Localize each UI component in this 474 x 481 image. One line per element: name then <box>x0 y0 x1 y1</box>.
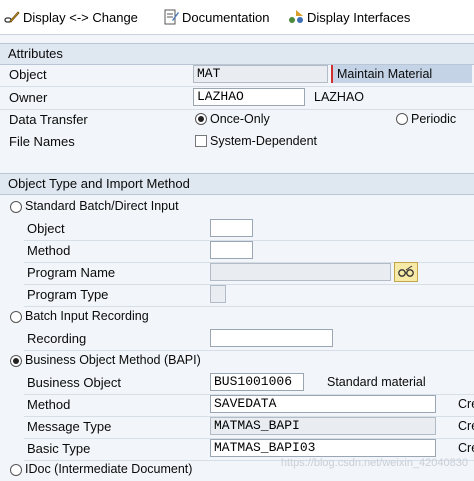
data-transfer-row: Data Transfer Once-Only Periodic <box>0 109 474 131</box>
method2-row: Method SAVEDATA Cre <box>24 394 474 417</box>
pencil-glasses-icon <box>4 11 20 23</box>
program-type-label: Program Type <box>27 287 109 302</box>
documentation-button[interactable]: Documentation <box>163 7 269 27</box>
bapi-label: Business Object Method (BAPI) <box>25 353 201 367</box>
sb-object-row: Object <box>24 218 474 241</box>
message-type-field[interactable]: MATMAS_BAPI <box>210 417 436 435</box>
batch-input-label: Batch Input Recording <box>25 309 149 323</box>
program-name-row: Program Name <box>24 262 474 285</box>
recording-label: Recording <box>27 331 87 346</box>
message-type-row: Message Type MATMAS_BAPI Cre <box>24 416 474 439</box>
periodic-label: Periodic <box>411 112 457 126</box>
batch-input-radio[interactable] <box>10 311 22 323</box>
import-method-header: Object Type and Import Method <box>0 173 474 195</box>
watermark: https://blog.csdn.net/weixin_42040830 <box>280 457 468 469</box>
file-names-label: File Names <box>9 134 75 149</box>
sb-method-row: Method <box>24 240 474 263</box>
once-only-label: Once-Only <box>210 112 270 126</box>
attributes-section: Attributes <box>0 43 474 65</box>
standard-batch-row: Standard Batch/Direct Input <box>0 196 474 218</box>
owner-name: LAZHAO <box>314 90 365 104</box>
owner-row: Owner LAZHAO LAZHAO <box>0 87 474 110</box>
business-object-field[interactable]: BUS1001006 <box>210 373 304 391</box>
business-object-label: Business Object <box>27 375 121 390</box>
idoc-radio[interactable] <box>10 464 22 476</box>
basic-type-label: Basic Type <box>27 441 91 456</box>
message-type-desc: Cre <box>458 419 474 433</box>
batch-input-row: Batch Input Recording <box>0 306 474 328</box>
program-name-field[interactable] <box>210 263 391 281</box>
object-description: Maintain Material <box>331 65 472 83</box>
toolbar: Display <-> Change Documentation Display… <box>0 0 474 35</box>
sb-object-field[interactable] <box>210 219 253 237</box>
import-method-section: Object Type and Import Method <box>0 173 474 195</box>
standard-batch-label: Standard Batch/Direct Input <box>25 199 179 213</box>
owner-field[interactable]: LAZHAO <box>193 88 305 106</box>
basic-type-desc: Cre <box>458 441 474 455</box>
method2-desc: Cre <box>458 397 474 411</box>
program-type-row: Program Type <box>24 284 474 307</box>
method2-label: Method <box>27 397 71 412</box>
object-label: Object <box>9 67 47 82</box>
standard-batch-radio[interactable] <box>10 201 22 213</box>
system-dependent-checkbox[interactable] <box>195 135 207 147</box>
bapi-radio[interactable] <box>10 355 22 367</box>
owner-label: Owner <box>9 90 48 105</box>
program-search-button[interactable] <box>394 262 418 282</box>
basic-type-field[interactable]: MATMAS_BAPI03 <box>210 439 436 457</box>
periodic-radio[interactable] <box>396 113 408 125</box>
once-only-radio[interactable] <box>195 113 207 125</box>
recording-row: Recording <box>24 328 474 351</box>
data-transfer-label: Data Transfer <box>9 112 88 127</box>
sb-method-field[interactable] <box>210 241 253 259</box>
idoc-label: IDoc (Intermediate Document) <box>25 462 193 476</box>
object-field[interactable]: MAT <box>193 65 328 83</box>
business-object-desc: Standard material <box>327 375 426 389</box>
sb-method-label: Method <box>27 243 71 258</box>
sb-object-label: Object <box>27 221 65 236</box>
method2-field[interactable]: SAVEDATA <box>210 395 436 413</box>
display-change-button[interactable]: Display <-> Change <box>4 7 138 27</box>
document-icon <box>164 9 179 25</box>
object-row: Object MAT Maintain Material <box>0 64 474 87</box>
system-dependent-label: System-Dependent <box>210 134 318 148</box>
display-interfaces-button[interactable]: Display Interfaces <box>288 7 410 27</box>
glasses-icon <box>398 265 414 277</box>
bapi-row: Business Object Method (BAPI) <box>0 350 474 372</box>
recording-field[interactable] <box>210 329 333 347</box>
program-name-label: Program Name <box>27 265 116 280</box>
interfaces-icon <box>289 10 303 23</box>
program-type-field[interactable] <box>210 285 226 303</box>
business-object-row: Business Object BUS1001006 Standard mate… <box>24 372 474 395</box>
file-names-row: File Names System-Dependent <box>0 131 474 153</box>
attributes-header: Attributes <box>0 43 474 65</box>
message-type-label: Message Type <box>27 419 112 434</box>
